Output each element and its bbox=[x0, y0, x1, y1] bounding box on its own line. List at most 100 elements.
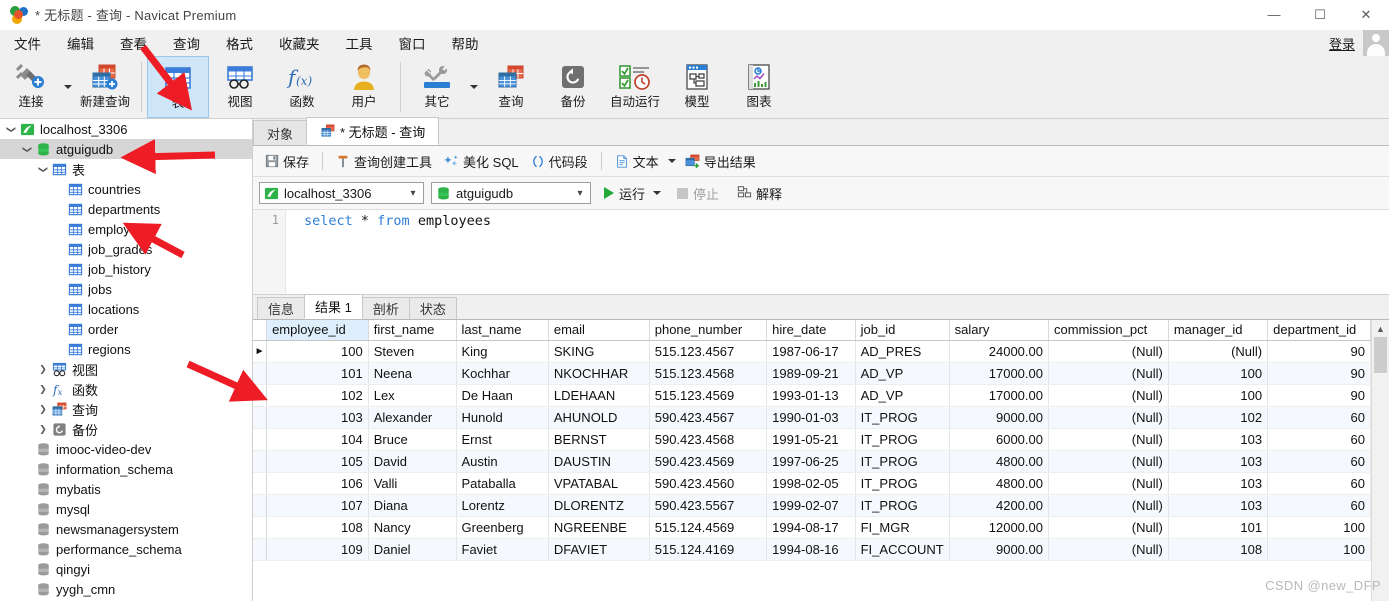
cell-job_id[interactable]: FI_MGR bbox=[855, 516, 950, 539]
toolbar-connection[interactable]: 连接 bbox=[0, 56, 62, 118]
cell-job_id[interactable]: IT_PROG bbox=[855, 406, 950, 429]
row-selector[interactable] bbox=[253, 538, 268, 561]
cell-employee_id[interactable]: 103 bbox=[266, 406, 369, 429]
result-vertical-scrollbar[interactable]: ▲ bbox=[1371, 320, 1389, 601]
cell-email[interactable]: DLORENTZ bbox=[548, 494, 650, 517]
row-selector[interactable] bbox=[253, 362, 268, 385]
chevron-right-icon[interactable]: ❯ bbox=[36, 384, 50, 395]
cell-first_name[interactable]: Neena bbox=[368, 362, 457, 385]
cell-employee_id[interactable]: 105 bbox=[266, 450, 369, 473]
tree-node--[interactable]: ❯ 备份 bbox=[0, 419, 252, 439]
cell-employee_id[interactable]: 106 bbox=[266, 472, 369, 495]
cell-first_name[interactable]: Bruce bbox=[368, 428, 457, 451]
column-header-email[interactable]: email bbox=[548, 320, 650, 341]
tree-node-mybatis[interactable]: mybatis bbox=[0, 479, 252, 499]
cell-commission_pct[interactable]: (Null) bbox=[1048, 472, 1169, 495]
cell-email[interactable]: DAUSTIN bbox=[548, 450, 650, 473]
cell-job_id[interactable]: IT_PROG bbox=[855, 494, 950, 517]
cell-commission_pct[interactable]: (Null) bbox=[1048, 428, 1169, 451]
cell-job_id[interactable]: IT_PROG bbox=[855, 450, 950, 473]
table-row[interactable]: 107 Diana Lorentz DLORENTZ 590.423.5567 1999-… bbox=[253, 494, 1371, 517]
cell-manager_id[interactable]: (Null) bbox=[1168, 340, 1269, 363]
cell-commission_pct[interactable]: (Null) bbox=[1048, 538, 1169, 561]
chevron-right-icon[interactable]: ❯ bbox=[36, 424, 50, 435]
cell-last_name[interactable]: Pataballa bbox=[456, 472, 549, 495]
table-row[interactable]: 104 Bruce Ernst BERNST 590.423.4568 1991-05-2… bbox=[253, 428, 1371, 451]
tab-untitled-query[interactable]: * 无标题 - 查询 bbox=[306, 117, 440, 145]
result-tab-profile[interactable]: 剖析 bbox=[361, 297, 410, 319]
cell-last_name[interactable]: Lorentz bbox=[456, 494, 549, 517]
cell-hire_date[interactable]: 1997-06-25 bbox=[766, 450, 856, 473]
cell-first_name[interactable]: Daniel bbox=[368, 538, 457, 561]
tree-node-newsmanagersystem[interactable]: newsmanagersystem bbox=[0, 519, 252, 539]
sql-editor[interactable]: 1 select * from employees bbox=[253, 210, 1389, 295]
toolbar-chart[interactable]: 图表 bbox=[728, 56, 790, 118]
cell-manager_id[interactable]: 103 bbox=[1168, 472, 1269, 495]
scrollbar-thumb[interactable] bbox=[1374, 337, 1387, 373]
cell-hire_date[interactable]: 1987-06-17 bbox=[766, 340, 856, 363]
cell-last_name[interactable]: Hunold bbox=[456, 406, 549, 429]
maximize-button[interactable]: ☐ bbox=[1297, 0, 1343, 29]
column-header-phone_number[interactable]: phone_number bbox=[649, 320, 768, 341]
cell-manager_id[interactable]: 103 bbox=[1168, 428, 1269, 451]
row-selector[interactable] bbox=[253, 494, 268, 517]
cell-hire_date[interactable]: 1990-01-03 bbox=[766, 406, 856, 429]
table-row[interactable]: 101 Neena Kochhar NKOCHHAR 515.123.4568 1989-… bbox=[253, 362, 1371, 385]
cell-manager_id[interactable]: 100 bbox=[1168, 384, 1269, 407]
cell-hire_date[interactable]: 1991-05-21 bbox=[766, 428, 856, 451]
chevron-right-icon[interactable]: ❯ bbox=[36, 364, 50, 375]
cell-first_name[interactable]: Steven bbox=[368, 340, 457, 363]
cell-hire_date[interactable]: 1994-08-17 bbox=[766, 516, 856, 539]
cell-manager_id[interactable]: 101 bbox=[1168, 516, 1269, 539]
cell-commission_pct[interactable]: (Null) bbox=[1048, 516, 1169, 539]
cell-hire_date[interactable]: 1989-09-21 bbox=[766, 362, 856, 385]
cell-phone_number[interactable]: 590.423.4567 bbox=[649, 406, 768, 429]
cell-employee_id[interactable]: 102 bbox=[266, 384, 369, 407]
result-tab-info[interactable]: 信息 bbox=[257, 297, 306, 319]
tree-node--[interactable]: ❯ 查询 bbox=[0, 399, 252, 419]
tree-node--[interactable]: ❯ f x 函数 bbox=[0, 379, 252, 399]
text-view-button[interactable]: 文本 bbox=[609, 149, 665, 173]
sql-editor-content[interactable]: select * from employees bbox=[286, 210, 1389, 294]
menu-query[interactable]: 查询 bbox=[161, 30, 212, 56]
column-header-department_id[interactable]: department_id bbox=[1267, 320, 1371, 341]
cell-commission_pct[interactable]: (Null) bbox=[1048, 384, 1169, 407]
cell-last_name[interactable]: Kochhar bbox=[456, 362, 549, 385]
cell-department_id[interactable]: 100 bbox=[1267, 516, 1371, 539]
cell-hire_date[interactable]: 1998-02-05 bbox=[766, 472, 856, 495]
row-selector[interactable] bbox=[253, 428, 268, 451]
tree-node-information_schema[interactable]: information_schema bbox=[0, 459, 252, 479]
tree-node-yygh_cmn[interactable]: yygh_cmn bbox=[0, 579, 252, 599]
cell-department_id[interactable]: 60 bbox=[1267, 494, 1371, 517]
cell-employee_id[interactable]: 104 bbox=[266, 428, 369, 451]
toolbar-other[interactable]: 其它 bbox=[406, 56, 468, 118]
text-view-dropdown[interactable] bbox=[665, 159, 679, 163]
chevron-down-icon[interactable]: ❯ bbox=[22, 142, 33, 156]
cell-phone_number[interactable]: 590.423.5567 bbox=[649, 494, 768, 517]
table-row[interactable]: 109 Daniel Faviet DFAVIET 515.124.4169 1994-0… bbox=[253, 538, 1371, 561]
tree-node-job_grades[interactable]: job_grades bbox=[0, 239, 252, 259]
toolbar-function[interactable]: f (x) 函数 bbox=[271, 56, 333, 118]
toolbar-query[interactable]: 查询 bbox=[480, 56, 542, 118]
menu-favorites[interactable]: 收藏夹 bbox=[267, 30, 332, 56]
menu-tools[interactable]: 工具 bbox=[334, 30, 385, 56]
table-row[interactable]: 103 Alexander Hunold AHUNOLD 590.423.4567 199… bbox=[253, 406, 1371, 429]
cell-salary[interactable]: 17000.00 bbox=[949, 362, 1049, 385]
row-selector[interactable] bbox=[253, 472, 268, 495]
toolbar-table[interactable]: 表 bbox=[147, 56, 209, 118]
cell-last_name[interactable]: Greenberg bbox=[456, 516, 549, 539]
tab-objects[interactable]: 对象 bbox=[253, 120, 308, 145]
cell-email[interactable]: NGREENBE bbox=[548, 516, 650, 539]
cell-email[interactable]: SKING bbox=[548, 340, 650, 363]
cell-hire_date[interactable]: 1993-01-13 bbox=[766, 384, 856, 407]
cell-first_name[interactable]: Valli bbox=[368, 472, 457, 495]
tree-node-departments[interactable]: departments bbox=[0, 199, 252, 219]
row-selector[interactable] bbox=[253, 516, 268, 539]
query-builder-button[interactable]: 查询创建工具 bbox=[330, 149, 438, 173]
cell-manager_id[interactable]: 103 bbox=[1168, 494, 1269, 517]
tree-node-jobs[interactable]: jobs bbox=[0, 279, 252, 299]
cell-employee_id[interactable]: 100 bbox=[266, 340, 369, 363]
cell-commission_pct[interactable]: (Null) bbox=[1048, 340, 1169, 363]
cell-phone_number[interactable]: 590.423.4569 bbox=[649, 450, 768, 473]
table-row[interactable]: 102 Lex De Haan LDEHAAN 515.123.4569 1993-01-… bbox=[253, 384, 1371, 407]
